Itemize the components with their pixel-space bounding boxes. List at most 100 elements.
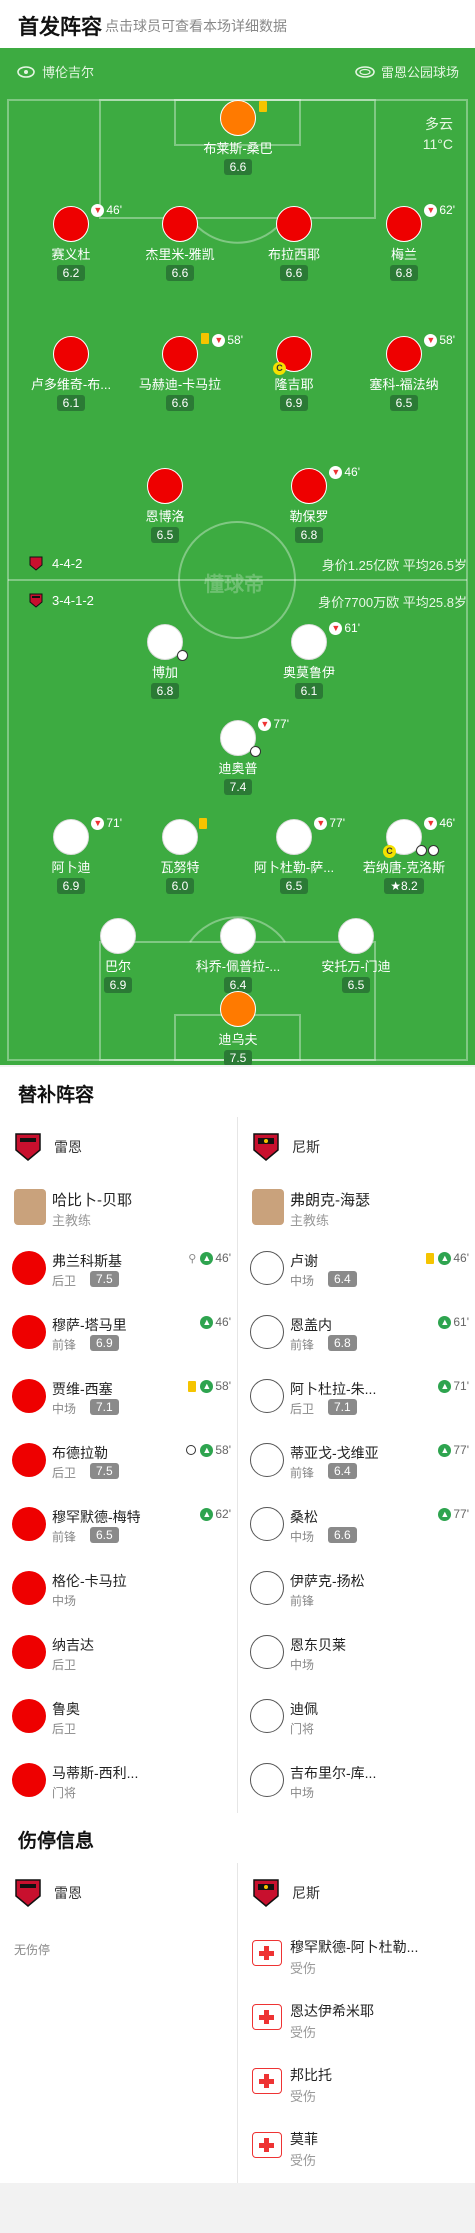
sub-out-icon: ▼ — [424, 333, 438, 347]
away-team-row[interactable]: 尼斯 — [238, 1863, 475, 1923]
player-away-8[interactable]: 巴尔 6.9 — [68, 918, 168, 994]
player-rating: 6.6 — [279, 265, 309, 281]
player-away-4[interactable]: ▼ 71' 阿卜迪 6.9 — [21, 816, 122, 895]
player-name: 隆吉耶 — [274, 377, 314, 392]
player-away-1[interactable]: 博加 6.8 — [115, 624, 215, 700]
player-away-10[interactable]: 安托万-门迪 6.5 — [306, 918, 406, 994]
sub-rating: 7.1 — [328, 1399, 357, 1415]
player-rating: 6.5 — [150, 527, 180, 543]
player-rating: 7.4 — [223, 779, 253, 795]
sub-position: 中场 — [52, 1402, 77, 1416]
sub-row[interactable]: 马蒂斯-西利... 门将 — [0, 1749, 237, 1813]
sub-row[interactable]: 穆罕默德-梅特 前锋 6.5 ▲ 62' — [0, 1493, 237, 1557]
player-home-6[interactable]: 卢多维奇-布... 6.1 — [21, 336, 121, 412]
sub-row[interactable]: 格伦-卡马拉 中场 — [0, 1557, 237, 1621]
sub-in-icon: ▲ — [438, 1315, 452, 1329]
sub-row[interactable]: 蒂亚戈-戈维亚 前锋 6.4 ▲ 77' — [238, 1429, 475, 1493]
sub-row[interactable]: 鲁奥 后卫 — [0, 1685, 237, 1749]
sub-position: 前锋 — [290, 1466, 315, 1480]
injury-row[interactable]: 恩达伊希米耶 受伤 — [238, 1987, 475, 2051]
subs-title: 替补阵容 — [18, 1085, 95, 1106]
player-shirt — [338, 918, 374, 954]
player-rating: 6.6 — [223, 159, 253, 175]
player-shirt — [12, 1763, 46, 1797]
yellow-card-icon — [199, 818, 207, 829]
sub-position: 前锋 — [52, 1338, 77, 1352]
player-home-gk[interactable]: 布莱斯-桑巴 6.6 — [188, 100, 288, 176]
player-away-3[interactable]: ▼ 77' 迪奥普 7.4 — [188, 717, 289, 796]
sub-position: 后卫 — [52, 1658, 77, 1672]
player-rating: 6.1 — [294, 683, 324, 699]
player-home-9[interactable]: ▼ 58' 塞科-福法纳 6.5 — [354, 333, 455, 412]
sub-row[interactable]: 伊萨克-扬松 前锋 — [238, 1557, 475, 1621]
sub-row[interactable]: 卢谢 中场 6.4 ▲ 46' — [238, 1237, 475, 1301]
sub-row[interactable]: 布德拉勒 后卫 7.5 ▲ 58' — [0, 1429, 237, 1493]
home-team-row[interactable]: 雷恩 — [0, 1863, 237, 1923]
yellow-card-icon — [201, 333, 209, 344]
home-team-name: 博伦吉尔 — [42, 65, 95, 80]
player-shirt — [250, 1507, 284, 1541]
sub-row[interactable]: 恩东贝莱 中场 — [238, 1621, 475, 1685]
sub-minute: ▲ 58' — [188, 1379, 231, 1393]
player-away-6[interactable]: ▼ 77' 阿卜杜勒-萨... 6.5 — [244, 816, 345, 895]
injury-row[interactable]: 莫菲 受伤 — [238, 2115, 475, 2179]
away-team-row[interactable]: 尼斯 — [238, 1117, 475, 1177]
sub-rating: 6.8 — [328, 1335, 357, 1351]
player-shirt — [12, 1379, 46, 1413]
sub-out-icon: ▼ — [424, 816, 438, 830]
sub-row[interactable]: 迪佩 门将 — [238, 1685, 475, 1749]
sub-name: 穆萨-塔马里 — [52, 1317, 127, 1333]
player-shirt — [12, 1251, 46, 1285]
player-name: 赛义杜 — [51, 247, 91, 262]
player-home-7[interactable]: ▼ 58' 马赫迪-卡马拉 6.6 — [130, 333, 243, 412]
away-coach-row[interactable]: 弗朗克-海瑟 主教练 — [238, 1177, 475, 1237]
player-shirt — [12, 1571, 46, 1605]
sub-row[interactable]: 恩盖内 前锋 6.8 ▲ 61' — [238, 1301, 475, 1365]
coach-avatar — [14, 1189, 46, 1225]
player-shirt — [250, 1763, 284, 1797]
player-shirt: ▼ 62' — [386, 203, 455, 242]
sub-name: 吉布里尔-库... — [290, 1765, 377, 1781]
home-coach-row[interactable]: 哈比卜-贝耶 主教练 — [0, 1177, 237, 1237]
sub-minute: ▲ 46' — [426, 1251, 469, 1265]
player-away-9[interactable]: 科乔-佩普拉-... 6.4 — [188, 918, 288, 994]
player-away-7[interactable]: ▼ 46' C 若纳唐-克洛斯 ★8.2 — [354, 816, 455, 895]
sub-minute: ▲ 58' — [186, 1443, 231, 1457]
sub-row[interactable]: 纳吉达 后卫 — [0, 1621, 237, 1685]
player-home-4[interactable]: 布拉西耶 6.6 — [244, 206, 344, 282]
player-away-5[interactable]: 瓦努特 6.0 — [130, 818, 230, 895]
coach-name: 弗朗克-海瑟 — [290, 1192, 370, 1209]
player-home-8[interactable]: C 隆吉耶 6.9 — [244, 336, 344, 412]
player-shirt — [12, 1699, 46, 1733]
player-name: 杰里米-雅凯 — [145, 247, 215, 262]
sub-row[interactable]: 穆萨-塔马里 前锋 6.9 ▲ 46' — [0, 1301, 237, 1365]
yellow-card-icon — [188, 1380, 197, 1392]
player-name: 科乔-佩普拉-... — [195, 959, 281, 974]
home-team-row[interactable]: 雷恩 — [0, 1117, 237, 1177]
stadium-bar: 雷恩公园球场 — [355, 62, 459, 81]
injury-row[interactable]: 穆罕默德-阿卜杜勒... 受伤 — [238, 1923, 475, 1987]
sub-in-icon: ▲ — [438, 1379, 452, 1393]
sub-row[interactable]: 阿卜杜拉-朱... 后卫 7.1 ▲ 71' — [238, 1365, 475, 1429]
player-rating: 6.8 — [389, 265, 419, 281]
rennes-crest-icon — [29, 556, 43, 571]
player-name: 迪乌夫 — [218, 1032, 258, 1047]
player-away-gk[interactable]: 迪乌夫 7.5 — [188, 991, 288, 1065]
player-home-10[interactable]: 恩博洛 6.5 — [115, 468, 215, 544]
player-rating: 6.8 — [294, 527, 324, 543]
sub-row[interactable]: 桑松 中场 6.6 ▲ 77' — [238, 1493, 475, 1557]
sub-row[interactable]: 吉布里尔-库... 中场 — [238, 1749, 475, 1813]
sub-position: 前锋 — [290, 1338, 315, 1352]
player-home-3[interactable]: 杰里米-雅凯 6.6 — [130, 206, 230, 282]
home-team-name: 雷恩 — [54, 1885, 82, 1901]
sub-row[interactable]: 贾维-西塞 中场 7.1 ▲ 58' — [0, 1365, 237, 1429]
sub-row[interactable]: 弗兰科斯基 后卫 7.5 ⚲ ▲ 46' — [0, 1237, 237, 1301]
player-home-11[interactable]: ▼ 46' 勒保罗 6.8 — [259, 465, 360, 544]
player-home-5[interactable]: ▼ 62' 梅兰 6.8 — [354, 203, 455, 282]
injury-row[interactable]: 邦比托 受伤 — [238, 2051, 475, 2115]
player-shirt — [250, 1315, 284, 1349]
player-away-2[interactable]: ▼ 61' 奥莫鲁伊 6.1 — [259, 621, 360, 700]
injury-status: 受伤 — [290, 1961, 317, 1976]
player-rating: 6.8 — [150, 683, 180, 699]
player-home-2[interactable]: ▼ 46' 赛义杜 6.2 — [21, 203, 122, 282]
